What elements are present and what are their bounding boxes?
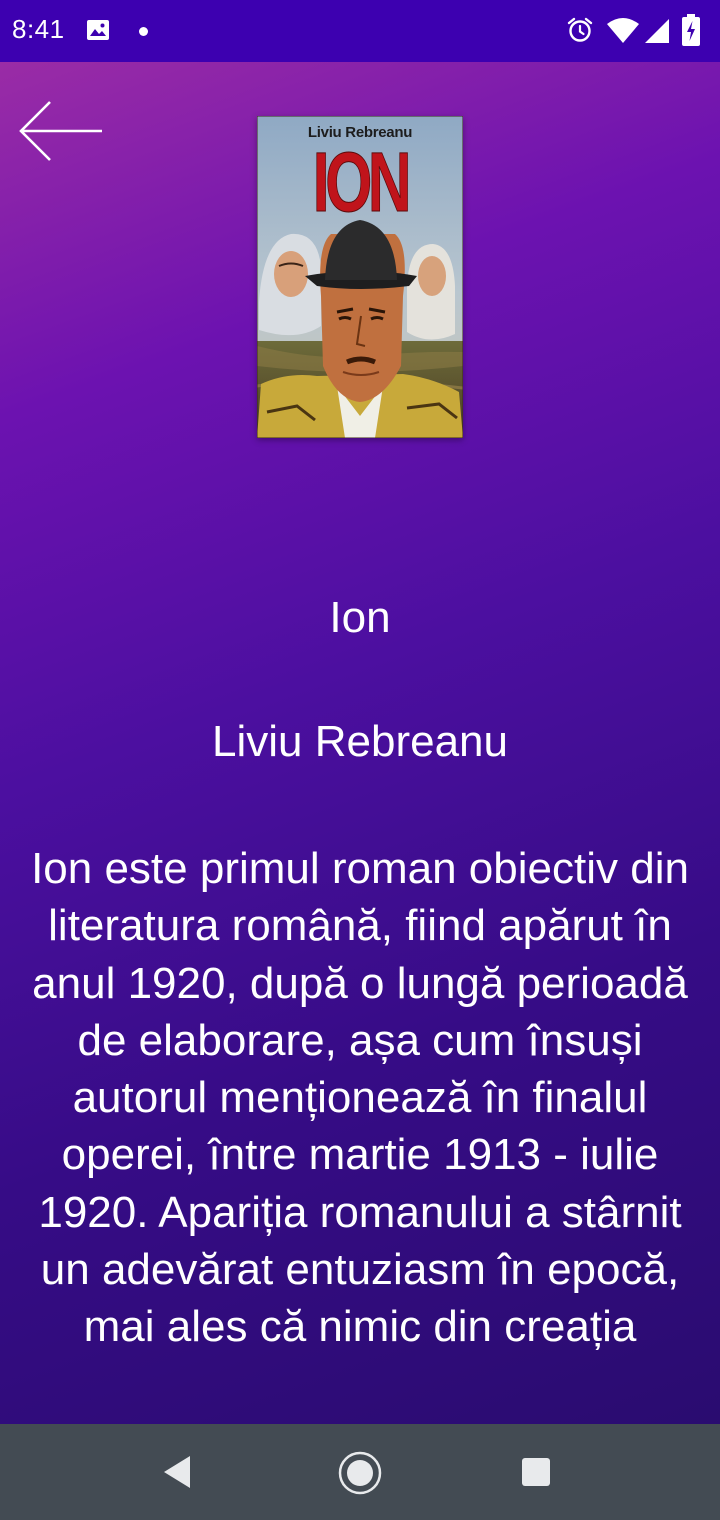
status-time: 8:41 bbox=[12, 14, 65, 44]
book-cover-image: Liviu Rebreanu ION bbox=[257, 116, 463, 438]
book-description: Ion este primul roman obiectiv din liter… bbox=[31, 844, 689, 1352]
back-arrow-icon[interactable] bbox=[16, 98, 106, 164]
signal-icon bbox=[645, 19, 669, 43]
wifi-icon bbox=[607, 18, 639, 43]
book-title: Ion bbox=[329, 593, 391, 642]
nav-home-icon[interactable] bbox=[336, 1449, 384, 1497]
notification-dot-icon bbox=[139, 27, 148, 36]
cover-title-text: ION bbox=[312, 135, 412, 230]
navigation-bar bbox=[0, 1424, 720, 1520]
book-detail-screen: 8:41 Liviu Rebreanu ION Ion Liviu Rebrea… bbox=[0, 0, 720, 1520]
nav-back-icon[interactable] bbox=[156, 1450, 200, 1494]
photo-icon bbox=[87, 20, 109, 40]
content-area: Liviu Rebreanu ION Ion Liviu Rebreanu Io… bbox=[0, 62, 720, 1424]
status-bar: 8:41 bbox=[0, 0, 720, 62]
alarm-icon bbox=[567, 17, 593, 42]
book-author: Liviu Rebreanu bbox=[212, 717, 508, 766]
nav-recents-icon[interactable] bbox=[518, 1454, 554, 1490]
battery-charging-icon bbox=[682, 14, 700, 46]
